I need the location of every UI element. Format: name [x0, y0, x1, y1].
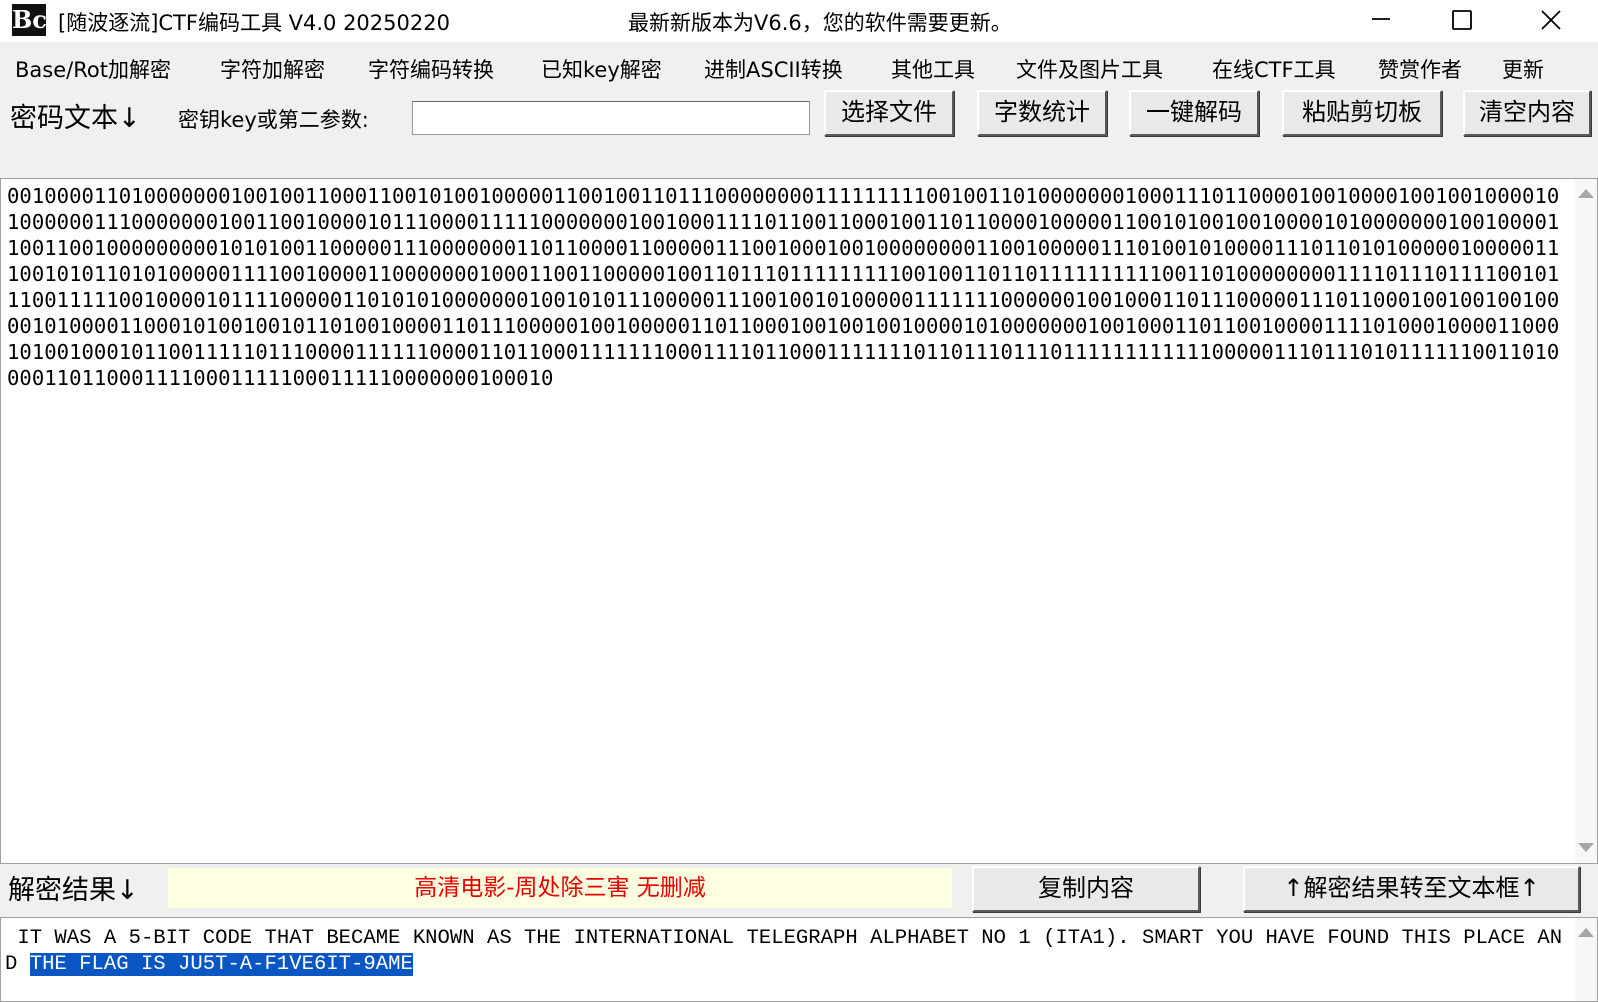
- cipher-textarea[interactable]: 0010000110100000001001001100011001010010…: [0, 178, 1598, 864]
- menu-known-key[interactable]: 已知key解密: [541, 54, 662, 84]
- paste-clipboard-button[interactable]: 粘贴剪切板: [1282, 90, 1442, 136]
- one-click-decode-button[interactable]: 一键解码: [1129, 90, 1259, 136]
- key-input[interactable]: [412, 101, 810, 135]
- minimize-button[interactable]: [1346, 0, 1416, 40]
- result-text-content: IT WAS A 5-BIT CODE THAT BECAME KNOWN AS…: [5, 926, 1565, 978]
- menu-file-image-tools[interactable]: 文件及图片工具: [1016, 54, 1163, 84]
- close-icon: [1541, 10, 1561, 30]
- menu-radix-ascii[interactable]: 进制ASCII转换: [704, 54, 843, 84]
- window-title: [随波逐流]CTF编码工具 V4.0 20250220: [58, 11, 450, 35]
- close-button[interactable]: [1516, 0, 1586, 40]
- maximize-icon: [1452, 10, 1472, 30]
- title-bar: Bc [随波逐流]CTF编码工具 V4.0 20250220 最新新版本为V6.…: [0, 0, 1598, 42]
- copy-content-button[interactable]: 复制内容: [972, 866, 1200, 912]
- cipher-scrollbar[interactable]: [1575, 179, 1597, 863]
- app-logo-text: Bc: [12, 5, 47, 34]
- result-label: 解密结果↓: [8, 875, 139, 906]
- clear-content-button[interactable]: 清空内容: [1463, 90, 1591, 136]
- menu-char-encoding[interactable]: 字符编码转换: [368, 54, 494, 84]
- scroll-up-arrow-icon[interactable]: [1578, 189, 1594, 198]
- maximize-button[interactable]: [1427, 0, 1497, 40]
- result-scrollbar[interactable]: [1575, 918, 1597, 1001]
- result-textarea[interactable]: IT WAS A 5-BIT CODE THAT BECAME KNOWN AS…: [0, 917, 1598, 1002]
- cipher-text-content: 0010000110100000001001001100011001010010…: [7, 184, 1560, 390]
- cipher-text-label: 密码文本↓: [10, 103, 141, 134]
- menu-bar: Base/Rot加解密 字符加解密 字符编码转换 已知key解密 进制ASCII…: [0, 50, 1598, 86]
- select-file-button[interactable]: 选择文件: [824, 90, 954, 136]
- ad-banner[interactable]: 高清电影-周处除三害 无删减: [168, 868, 952, 908]
- key-param-label: 密钥key或第二参数:: [178, 108, 369, 132]
- update-notice: 最新新版本为V6.6，您的软件需要更新。: [628, 11, 1012, 35]
- menu-other-tools[interactable]: 其他工具: [891, 54, 975, 84]
- scroll-down-arrow-icon[interactable]: [1578, 843, 1594, 852]
- menu-update[interactable]: 更新: [1502, 54, 1544, 84]
- word-count-button[interactable]: 字数统计: [977, 90, 1107, 136]
- menu-donate[interactable]: 赞赏作者: [1378, 54, 1462, 84]
- minimize-icon: [1372, 18, 1390, 20]
- menu-online-ctf-tools[interactable]: 在线CTF工具: [1212, 54, 1336, 84]
- menu-base-rot[interactable]: Base/Rot加解密: [15, 54, 171, 84]
- menu-char-crypto[interactable]: 字符加解密: [220, 54, 325, 84]
- transfer-result-button[interactable]: ↑解密结果转至文本框↑: [1243, 866, 1580, 912]
- result-scroll-up-arrow-icon[interactable]: [1578, 928, 1594, 937]
- result-text-selected: THE FLAG IS JU5T-A-F1VE6IT-9AME: [29, 953, 413, 976]
- app-logo-icon: Bc: [12, 4, 47, 36]
